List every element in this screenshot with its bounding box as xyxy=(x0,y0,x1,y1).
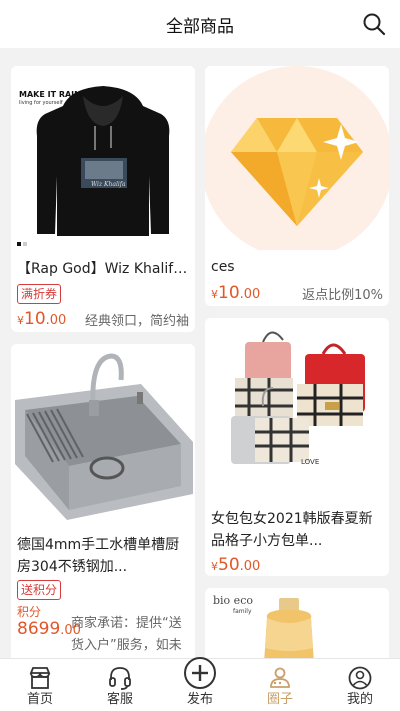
currency-symbol: ¥ xyxy=(17,314,24,327)
page-title: 全部商品 xyxy=(166,16,234,37)
currency-symbol: ¥ xyxy=(211,288,218,301)
product-image[interactable] xyxy=(205,66,389,250)
price-decimal: .00 xyxy=(239,287,261,302)
product-description: 商家承诺：提供“送货入户”服务，如未 xyxy=(71,616,182,653)
user-icon xyxy=(348,666,372,690)
product-description: 经典领口，简约袖 xyxy=(84,314,189,329)
product-price: ¥10.00 xyxy=(211,283,260,303)
diamond-icon xyxy=(205,66,389,250)
people-icon xyxy=(270,667,290,688)
product-feed[interactable]: Wiz Khalifa MAKE IT RAIN living for your… xyxy=(0,48,400,658)
points-badge: 送积分 xyxy=(17,580,62,600)
tab-publish[interactable]: 发布 xyxy=(160,657,240,711)
price-integer: 8699 xyxy=(17,619,61,639)
product-image[interactable]: LOVE xyxy=(205,318,389,502)
headset-icon xyxy=(109,667,131,690)
product-price: ¥50.00 xyxy=(211,555,260,575)
product-image[interactable]: bio eco family xyxy=(205,588,389,658)
search-icon[interactable] xyxy=(362,12,386,36)
product-price: ¥10.00 xyxy=(17,309,66,329)
plus-circle-icon xyxy=(184,657,216,689)
price-row: ¥50.00 xyxy=(205,553,389,576)
price-integer: 10 xyxy=(218,283,240,303)
svg-text:Wiz Khalifa: Wiz Khalifa xyxy=(91,181,126,188)
points-label: 积分 xyxy=(17,605,42,619)
shop-icon xyxy=(29,667,51,689)
product-name[interactable]: 【Rap God】Wiz Khalifa... xyxy=(11,252,195,280)
price-integer: 10 xyxy=(24,309,46,329)
tab-mine[interactable]: 我的 xyxy=(320,659,400,711)
product-image[interactable] xyxy=(11,344,195,528)
tab-customer-service[interactable]: 客服 xyxy=(80,659,160,711)
product-card[interactable]: 德国4mm手工水槽单槽厨房304不锈钢加... 送积分 积分 8699.00 商… xyxy=(11,344,195,658)
product-column-left: Wiz Khalifa MAKE IT RAIN living for your… xyxy=(11,66,195,658)
product-name[interactable]: 女包包女2021韩版春夏新品格子小方包单... xyxy=(205,502,389,550)
product-name[interactable]: ces xyxy=(205,250,389,278)
tab-label: 发布 xyxy=(186,692,213,707)
image-brand-text: bio eco xyxy=(213,594,253,607)
product-name[interactable]: 德国4mm手工水槽单槽厨房304不锈钢加... xyxy=(11,528,195,576)
currency-symbol: ¥ xyxy=(211,560,218,573)
price-row: ¥10.00 返点比例10% xyxy=(205,281,389,306)
price-decimal: .00 xyxy=(239,559,261,574)
bottom-tab-bar: 首页 客服 发布 圈子 我的 xyxy=(0,657,400,711)
rebate-ratio: 返点比例10% xyxy=(302,288,383,303)
tab-circle[interactable]: 圈子 xyxy=(240,659,320,711)
image-brand-subtext: family xyxy=(233,608,252,615)
coupon-badge: 满折券 xyxy=(17,284,62,304)
product-card[interactable]: Wiz Khalifa MAKE IT RAIN living for your… xyxy=(11,66,195,332)
price-decimal: .00 xyxy=(45,313,67,328)
top-bar: 全部商品 xyxy=(0,0,400,48)
image-brand-text: MAKE IT RAIN xyxy=(19,90,81,99)
price-row: 积分 8699.00 商家承诺：提供“送货入户”服务，如未 xyxy=(11,603,195,653)
product-card[interactable]: LOVE 女包包女2021韩版春夏新品格子小方包单... ¥50.00 xyxy=(205,318,389,576)
product-image[interactable]: Wiz Khalifa MAKE IT RAIN living for your… xyxy=(11,66,195,252)
product-card[interactable]: bio eco family xyxy=(205,588,389,658)
svg-text:LOVE: LOVE xyxy=(301,458,319,466)
price-integer: 50 xyxy=(218,555,240,575)
image-brand-subtext: living for yourself xyxy=(19,100,63,106)
product-card[interactable]: ces ¥10.00 返点比例10% xyxy=(205,66,389,306)
price-row: ¥10.00 经典领口，简约袖 xyxy=(11,307,195,332)
product-column-right: ces ¥10.00 返点比例10% LOVE 女包包女2021韩版春夏新品格子… xyxy=(205,66,389,658)
tab-home[interactable]: 首页 xyxy=(0,659,80,711)
